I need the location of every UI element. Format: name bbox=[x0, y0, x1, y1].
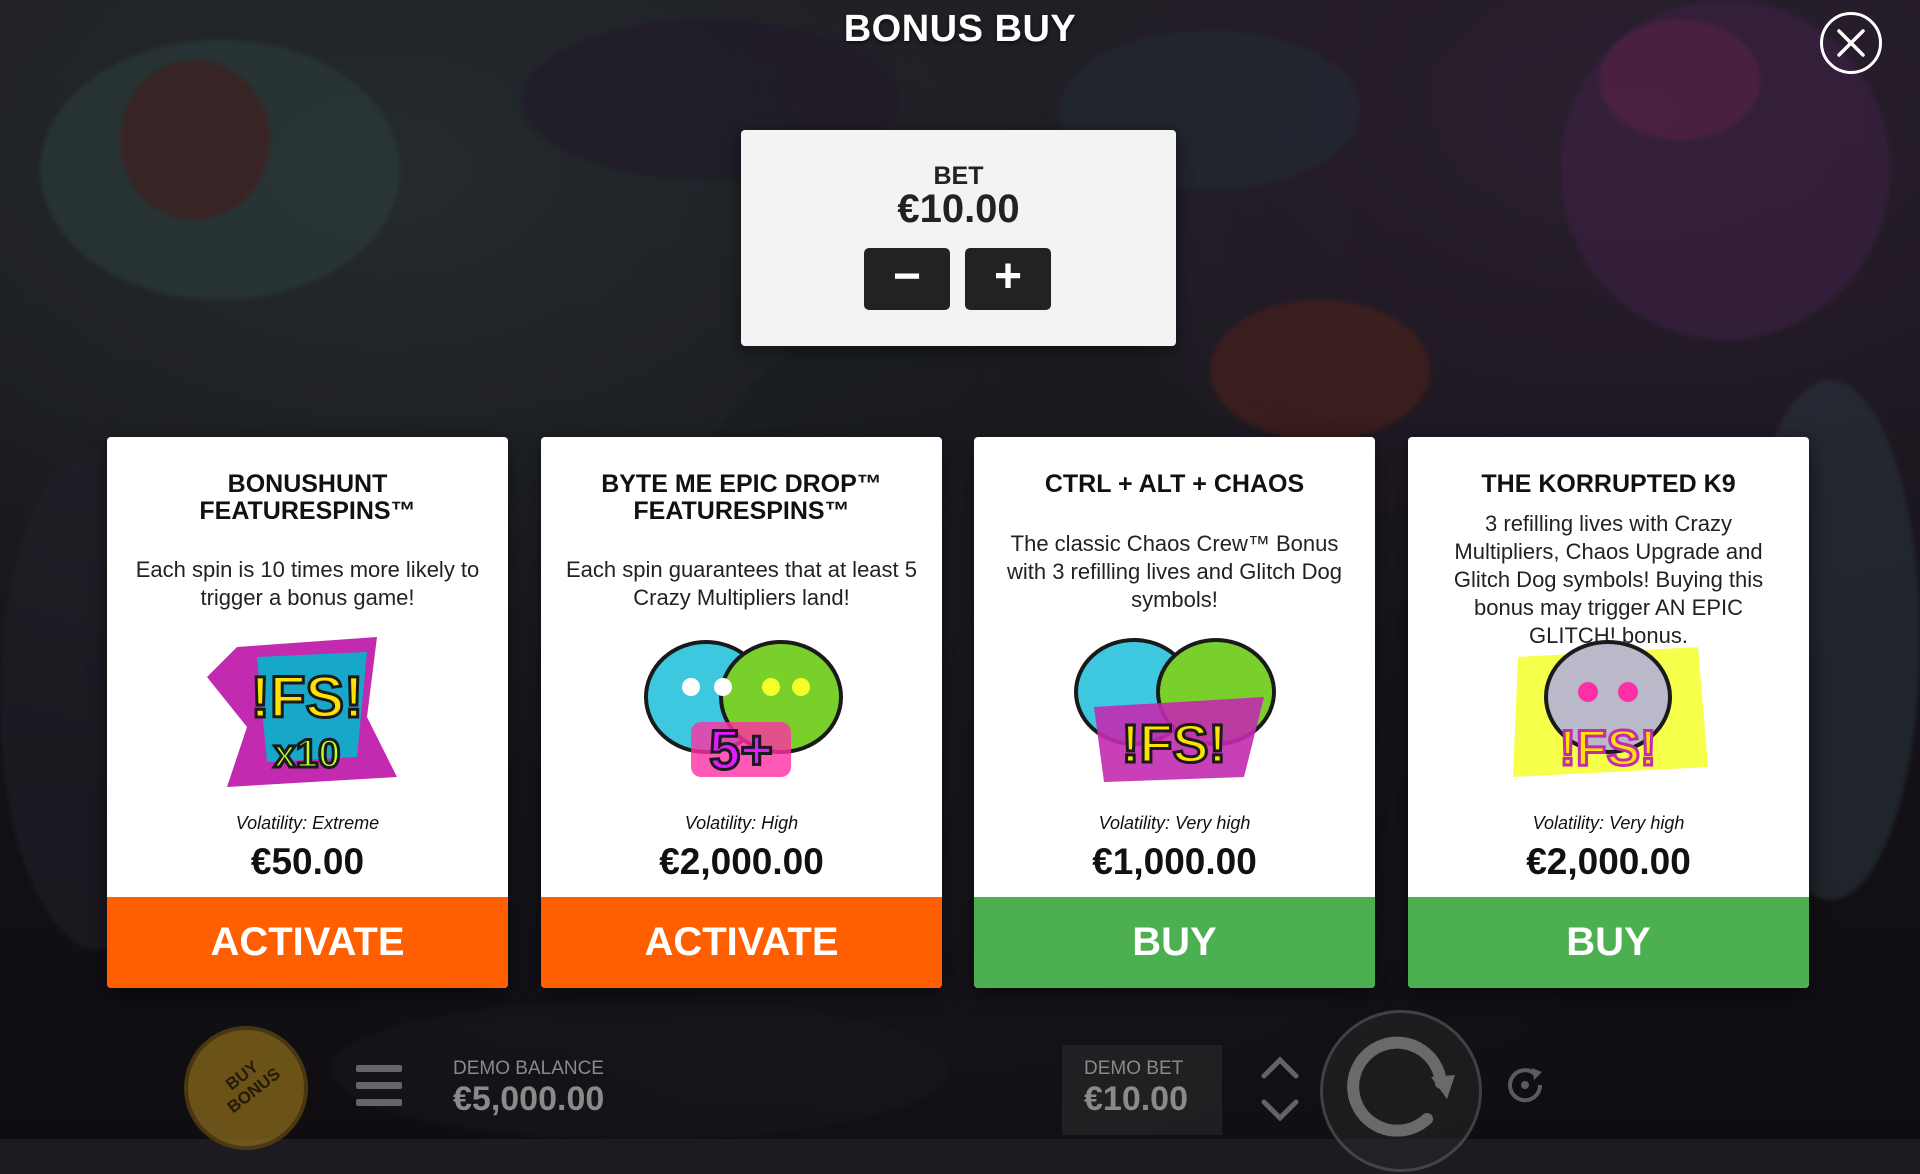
bonus-card-ctrl-alt-chaos: CTRL + ALT + CHAOS The classic Chaos Cre… bbox=[974, 437, 1375, 988]
svg-text:!FS!: !FS! bbox=[1122, 714, 1227, 774]
activate-button[interactable]: ACTIVATE bbox=[541, 897, 942, 988]
card-price: €2,000.00 bbox=[1526, 841, 1691, 882]
demo-balance-value: €5,000.00 bbox=[453, 1080, 605, 1118]
close-button[interactable] bbox=[1820, 12, 1882, 74]
menu-icon[interactable] bbox=[356, 1065, 402, 1107]
buy-button[interactable]: BUY bbox=[1408, 897, 1809, 988]
card-volatility: Volatility: Very high bbox=[1098, 813, 1251, 833]
svg-text:x10: x10 bbox=[274, 732, 341, 776]
bet-arrows-icon[interactable] bbox=[1258, 1052, 1302, 1126]
card-title: THE KORRUPTED K9 bbox=[1481, 470, 1736, 498]
autoplay-icon[interactable] bbox=[1502, 1062, 1548, 1108]
card-volatility: Volatility: Extreme bbox=[235, 813, 380, 833]
svg-text:!FS!: !FS! bbox=[1559, 720, 1656, 776]
svg-text:!FS!: !FS! bbox=[251, 665, 364, 730]
page-title: BONUS BUY bbox=[843, 8, 1077, 50]
card-description: The classic Chaos Crew™ Bonus with 3 ref… bbox=[1006, 531, 1343, 612]
buy-bonus-button[interactable]: BUY BONUS bbox=[184, 1026, 308, 1150]
demo-bet-label: DEMO BET bbox=[1084, 1058, 1184, 1079]
activate-button[interactable]: ACTIVATE bbox=[107, 897, 508, 988]
card-title: CTRL + ALT + CHAOS bbox=[1044, 470, 1305, 498]
decrease-bet-button[interactable]: − bbox=[864, 248, 950, 310]
card-title: BONUSHUNT FEATURESPINS™ bbox=[199, 470, 416, 525]
svg-text:5+: 5+ bbox=[709, 718, 773, 781]
plus-icon: + bbox=[993, 250, 1023, 303]
crazy-multiplier-5plus-icon: 5+ bbox=[631, 637, 851, 787]
card-description: Each spin guarantees that at least 5 Cra… bbox=[565, 557, 917, 610]
spin-button[interactable] bbox=[1320, 1010, 1482, 1172]
buy-button[interactable]: BUY bbox=[974, 897, 1375, 988]
card-price: €2,000.00 bbox=[659, 841, 824, 882]
increase-bet-button[interactable]: + bbox=[965, 248, 1051, 310]
minus-icon: − bbox=[892, 250, 922, 303]
card-description: 3 refilling lives with Crazy Multipliers… bbox=[1453, 511, 1764, 648]
card-title: BYTE ME EPIC DROP™ FEATURESPINS™ bbox=[601, 470, 882, 525]
card-volatility: Volatility: High bbox=[684, 813, 799, 833]
bet-panel: BET €10.00 − + bbox=[741, 130, 1176, 346]
demo-bet-value: €10.00 bbox=[1084, 1080, 1188, 1118]
buy-bonus-label: BUY BONUS bbox=[222, 1056, 284, 1117]
card-price: €1,000.00 bbox=[1092, 841, 1257, 882]
card-description: Each spin is 10 times more likely to tri… bbox=[135, 557, 480, 610]
demo-balance-label: DEMO BALANCE bbox=[453, 1058, 604, 1079]
card-volatility: Volatility: Very high bbox=[1532, 813, 1685, 833]
korrupted-k9-fs-icon: !FS! bbox=[1498, 637, 1718, 787]
bonus-fs-x10-icon: !FS! x10 bbox=[197, 637, 417, 787]
chaos-crew-fs-icon: !FS! bbox=[1064, 637, 1284, 787]
bet-value: €10.00 bbox=[897, 187, 1020, 231]
bonus-card-korrupted-k9: THE KORRUPTED K9 3 refilling lives with … bbox=[1408, 437, 1809, 988]
card-price: €50.00 bbox=[250, 841, 365, 882]
spin-icon bbox=[1347, 1036, 1455, 1137]
bonus-card-byte-me-epic-drop: BYTE ME EPIC DROP™ FEATURESPINS™ Each sp… bbox=[541, 437, 942, 988]
bonus-card-bonushunt: BONUSHUNT FEATURESPINS™ Each spin is 10 … bbox=[107, 437, 508, 988]
close-icon bbox=[1837, 29, 1865, 57]
